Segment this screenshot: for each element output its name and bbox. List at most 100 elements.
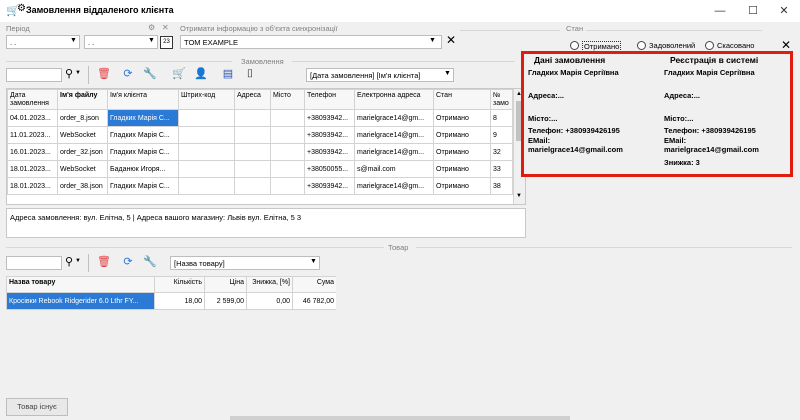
- orders-column-header[interactable]: Адреса: [234, 89, 271, 110]
- state-clear-icon[interactable]: ✕: [781, 38, 791, 52]
- table-cell: [234, 126, 271, 144]
- goods-search-dropdown-icon[interactable]: ▼: [75, 258, 81, 264]
- table-row[interactable]: 16.01.2023... order_32.json Гладких Марія …: [7, 143, 513, 161]
- orders-column-header[interactable]: Електронна адреса: [354, 89, 434, 110]
- orders-column-header[interactable]: Стан: [433, 89, 491, 110]
- date-from-dropdown-icon[interactable]: ▼: [70, 37, 77, 44]
- radio-received[interactable]: [570, 41, 579, 50]
- goods-column-header[interactable]: Сума: [292, 276, 336, 293]
- goods-section-label: Товар: [388, 243, 409, 252]
- user-icon[interactable]: 👤: [194, 67, 208, 81]
- table-cell: Гладких Марія С...: [107, 109, 179, 127]
- reg-address: Адреса:...: [664, 91, 701, 100]
- list-icon[interactable]: ▤: [221, 67, 235, 81]
- table-cell: order_38.json: [57, 177, 108, 195]
- bottom-tabstrip: [230, 416, 570, 420]
- orders-column-header[interactable]: Телефон: [304, 89, 355, 110]
- delete-icon[interactable]: 🗑: [97, 67, 111, 81]
- table-cell: [178, 143, 235, 161]
- calendar-icon[interactable]: 23: [160, 36, 173, 49]
- sync-select[interactable]: TOM EXAMPLE: [180, 35, 442, 49]
- date-to-input[interactable]: . .: [84, 35, 158, 49]
- goods-toolbar-divider: [88, 254, 89, 272]
- table-cell: [178, 126, 235, 144]
- table-cell: +38050055...: [304, 160, 355, 178]
- goods-tools-icon[interactable]: 🔧: [143, 255, 157, 269]
- table-row[interactable]: 11.01.2023... WebSocket Гладких Марія С...…: [7, 126, 513, 144]
- table-row[interactable]: Кросівки Rebook Ridgerider 6.0 Lthr FY..…: [6, 292, 336, 310]
- table-cell: [178, 109, 235, 127]
- goods-sort-dropdown-icon[interactable]: ▼: [310, 258, 317, 265]
- window-title: Замовлення віддаленого клієнта: [26, 5, 174, 15]
- table-row[interactable]: 18.01.2023... WebSocket Баданюк Игоря... +3…: [7, 160, 513, 178]
- orders-sort-dropdown-icon[interactable]: ▼: [444, 70, 451, 77]
- table-cell: Отримано: [433, 126, 491, 144]
- goods-sort-select[interactable]: [Назва товару]: [170, 256, 320, 270]
- goods-column-header[interactable]: Знижка, [%]: [246, 276, 293, 293]
- state-separator-right: [586, 30, 762, 31]
- table-cell: Отримано: [433, 143, 491, 161]
- table-cell: [234, 109, 271, 127]
- orders-table: Дата замовлення Ім'я файлу Ім'я клієнта Штр…: [7, 89, 513, 195]
- goods-search-icon[interactable]: ⚲: [65, 255, 73, 268]
- goods-search-input[interactable]: [6, 256, 62, 270]
- orders-search-icon[interactable]: ⚲: [65, 67, 73, 80]
- goods-refresh-icon[interactable]: ⟳: [121, 255, 135, 269]
- radio-cancelled[interactable]: [705, 41, 714, 50]
- table-cell: 0,00: [246, 292, 293, 310]
- date-to-dropdown-icon[interactable]: ▼: [148, 37, 155, 44]
- orders-column-header[interactable]: № замо: [490, 89, 513, 110]
- close-period-icon[interactable]: ✕: [162, 23, 169, 32]
- goods-exists-label: Товар існує: [17, 402, 57, 411]
- table-row[interactable]: 04.01.2023... order_8.json Гладких Марія С…: [7, 109, 513, 127]
- table-cell: +38093942...: [304, 143, 355, 161]
- close-window-button[interactable]: ✕: [764, 0, 800, 22]
- orders-search-input[interactable]: [6, 68, 62, 82]
- goods-separator-left: [6, 247, 384, 248]
- sync-clear-icon[interactable]: ✕: [446, 33, 456, 47]
- state-separator: [460, 30, 560, 31]
- download-icon[interactable]: ⌷: [243, 67, 257, 81]
- table-cell: +38093942...: [304, 177, 355, 195]
- table-cell: 04.01.2023...: [7, 109, 58, 127]
- table-cell: 18,00: [154, 292, 205, 310]
- table-row[interactable]: 18.01.2023... order_38.json Гладких Марія …: [7, 177, 513, 195]
- table-cell: 18.01.2023...: [7, 177, 58, 195]
- tools-icon[interactable]: 🔧: [143, 67, 157, 81]
- date-from-input[interactable]: . .: [6, 35, 80, 49]
- table-cell: 46 782,00: [292, 292, 336, 310]
- orders-search-dropdown-icon[interactable]: ▼: [75, 70, 81, 76]
- table-cell: [234, 160, 271, 178]
- radio-satisfied[interactable]: [637, 41, 646, 50]
- reg-discount: Знижка: 3: [664, 158, 700, 167]
- sync-dropdown-icon[interactable]: ▼: [429, 37, 436, 44]
- table-cell: 33: [490, 160, 513, 178]
- orders-column-header[interactable]: Ім'я клієнта: [107, 89, 179, 110]
- goods-delete-icon[interactable]: 🗑: [97, 255, 111, 269]
- settings-icon[interactable]: ⚙: [17, 3, 26, 14]
- orders-sort-select[interactable]: [Дата замовлення] [Ім'я клієнта]: [306, 68, 454, 82]
- table-cell: Отримано: [433, 177, 491, 195]
- toolbar-divider: [88, 66, 89, 84]
- goods-column-header[interactable]: Назва товару: [6, 276, 155, 293]
- goods-column-header[interactable]: Кількість: [154, 276, 205, 293]
- cart-icon[interactable]: 🛒: [172, 67, 186, 81]
- order-client-name: Гладких Марія Сергіївна: [528, 68, 619, 77]
- table-cell: 8: [490, 109, 513, 127]
- orders-column-header[interactable]: Штрих-код: [178, 89, 235, 110]
- orders-column-header[interactable]: Дата замовлення: [7, 89, 58, 110]
- goods-exists-button[interactable]: Товар існує: [6, 398, 68, 416]
- goods-column-header[interactable]: Ціна: [204, 276, 247, 293]
- order-data-header: Дані замовлення: [534, 55, 606, 65]
- pin-icon[interactable]: ⚙: [148, 23, 155, 32]
- orders-column-header[interactable]: Місто: [270, 89, 305, 110]
- table-cell: [234, 177, 271, 195]
- order-phone: Телефон: +380939426195: [528, 126, 620, 135]
- table-cell: +38093942...: [304, 126, 355, 144]
- radio-satisfied-label: Задоволений: [649, 41, 696, 50]
- table-cell: [178, 177, 235, 195]
- orders-column-header[interactable]: Ім'я файлу: [57, 89, 108, 110]
- table-cell: [234, 143, 271, 161]
- state-label: Стан: [566, 24, 584, 33]
- refresh-icon[interactable]: ⟳: [121, 67, 135, 81]
